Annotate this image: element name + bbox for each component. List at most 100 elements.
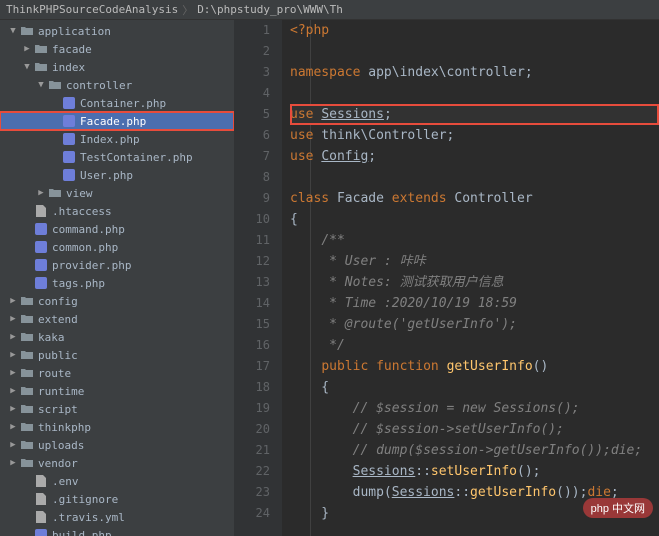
expand-arrow-icon (22, 224, 32, 234)
php-file-icon (62, 96, 76, 110)
tree-item--env[interactable]: .env (0, 472, 234, 490)
tree-item-controller[interactable]: ▼controller (0, 76, 234, 94)
tree-item-tags-php[interactable]: tags.php (0, 274, 234, 292)
code-line[interactable]: use Sessions; (290, 104, 659, 125)
line-number: 6 (234, 125, 270, 146)
tree-item-config[interactable]: ▶ config (0, 292, 234, 310)
expand-arrow-icon[interactable]: ▼ (22, 62, 32, 72)
tree-item-label: User.php (80, 169, 133, 182)
code-area[interactable]: <?php namespace app\index\controller; use … (282, 20, 659, 536)
tree-item-testcontainer-php[interactable]: TestContainer.php (0, 148, 234, 166)
project-tree[interactable]: ▼ application ▶facade ▼ index ▼controller Cont… (0, 20, 234, 536)
tree-item-index[interactable]: ▼ index (0, 58, 234, 76)
line-number: 9 (234, 188, 270, 209)
expand-arrow-icon[interactable]: ▶ (36, 188, 46, 198)
folder-icon (20, 366, 34, 380)
tree-item-facade-php[interactable]: Facade.php (0, 112, 234, 130)
expand-arrow-icon (22, 476, 32, 486)
code-line[interactable]: namespace app\index\controller; (290, 62, 659, 83)
expand-arrow-icon[interactable]: ▶ (8, 422, 18, 432)
tree-item-uploads[interactable]: ▶uploads (0, 436, 234, 454)
tree-item-application[interactable]: ▼ application (0, 22, 234, 40)
expand-arrow-icon[interactable]: ▶ (8, 296, 18, 306)
code-line[interactable]: public function getUserInfo() (290, 356, 659, 377)
expand-arrow-icon[interactable]: ▼ (8, 26, 18, 36)
folder-open-icon (20, 24, 34, 38)
code-line[interactable]: /** (290, 230, 659, 251)
watermark-badge: php 中文网 (583, 498, 653, 518)
line-number: 20 (234, 419, 270, 440)
code-line[interactable]: * Time :2020/10/19 18:59 (290, 293, 659, 314)
main-area: ▼ application ▶facade ▼ index ▼controller Cont… (0, 20, 659, 536)
tree-item-label: TestContainer.php (80, 151, 193, 164)
expand-arrow-icon[interactable]: ▶ (8, 332, 18, 342)
code-line[interactable]: // dump($session->getUserInfo());die; (290, 440, 659, 461)
tree-item-label: Facade.php (80, 115, 146, 128)
code-line[interactable]: { (290, 377, 659, 398)
expand-arrow-icon[interactable]: ▶ (8, 458, 18, 468)
tree-item-view[interactable]: ▶view (0, 184, 234, 202)
expand-arrow-icon[interactable]: ▶ (8, 350, 18, 360)
code-line[interactable]: class Facade extends Controller (290, 188, 659, 209)
tree-item--travis-yml[interactable]: .travis.yml (0, 508, 234, 526)
project-name: ThinkPHPSourceCodeAnalysis (6, 3, 178, 16)
expand-arrow-icon[interactable]: ▶ (22, 44, 32, 54)
code-line[interactable]: use think\Controller; (290, 125, 659, 146)
line-number: 1 (234, 20, 270, 41)
tree-item-route[interactable]: ▶route (0, 364, 234, 382)
tree-item-common-php[interactable]: common.php (0, 238, 234, 256)
code-editor[interactable]: 123456789101112131415161718192021222324 … (234, 20, 659, 536)
folder-icon (34, 42, 48, 56)
expand-arrow-icon[interactable]: ▶ (8, 404, 18, 414)
expand-arrow-icon[interactable]: ▶ (8, 386, 18, 396)
tree-item-index-php[interactable]: Index.php (0, 130, 234, 148)
code-line[interactable]: // $session = new Sessions(); (290, 398, 659, 419)
php-file-icon (34, 240, 48, 254)
line-number: 14 (234, 293, 270, 314)
tree-item-label: Container.php (80, 97, 166, 110)
line-number: 10 (234, 209, 270, 230)
tree-item-label: script (38, 403, 78, 416)
php-file-icon (34, 258, 48, 272)
line-number: 15 (234, 314, 270, 335)
tree-item-kaka[interactable]: ▶kaka (0, 328, 234, 346)
tree-item--htaccess[interactable]: .htaccess (0, 202, 234, 220)
tree-item-provider-php[interactable]: provider.php (0, 256, 234, 274)
code-line[interactable] (290, 167, 659, 188)
tree-item-vendor[interactable]: ▶vendor (0, 454, 234, 472)
code-line[interactable]: { (290, 209, 659, 230)
tree-item-script[interactable]: ▶ script (0, 400, 234, 418)
code-line[interactable]: * @route('getUserInfo'); (290, 314, 659, 335)
line-number: 19 (234, 398, 270, 419)
expand-arrow-icon (22, 242, 32, 252)
code-line[interactable] (290, 83, 659, 104)
tree-item-build-php[interactable]: build.php (0, 526, 234, 536)
code-line[interactable]: */ (290, 335, 659, 356)
folder-icon (20, 402, 34, 416)
folder-icon (20, 330, 34, 344)
tree-item-command-php[interactable]: command.php (0, 220, 234, 238)
tree-item-label: .gitignore (52, 493, 118, 506)
code-line[interactable]: use Config; (290, 146, 659, 167)
tree-item-label: index (52, 61, 85, 74)
expand-arrow-icon[interactable]: ▶ (8, 368, 18, 378)
tree-item-user-php[interactable]: User.php (0, 166, 234, 184)
tree-item-container-php[interactable]: Container.php (0, 94, 234, 112)
tree-item-label: config (38, 295, 78, 308)
tree-item-extend[interactable]: ▶extend (0, 310, 234, 328)
code-line[interactable]: * Notes: 测试获取用户信息 (290, 272, 659, 293)
tree-item-facade[interactable]: ▶facade (0, 40, 234, 58)
expand-arrow-icon[interactable]: ▶ (8, 314, 18, 324)
tree-item-thinkphp[interactable]: ▶thinkphp (0, 418, 234, 436)
tree-item--gitignore[interactable]: .gitignore (0, 490, 234, 508)
expand-arrow-icon[interactable]: ▼ (36, 80, 46, 90)
tree-item-public[interactable]: ▶public (0, 346, 234, 364)
code-line[interactable]: // $session->setUserInfo(); (290, 419, 659, 440)
code-line[interactable] (290, 41, 659, 62)
tree-item-label: application (38, 25, 111, 38)
code-line[interactable]: * User : 咔咔 (290, 251, 659, 272)
code-line[interactable]: <?php (290, 20, 659, 41)
tree-item-runtime[interactable]: ▶runtime (0, 382, 234, 400)
code-line[interactable]: Sessions::setUserInfo(); (290, 461, 659, 482)
expand-arrow-icon[interactable]: ▶ (8, 440, 18, 450)
